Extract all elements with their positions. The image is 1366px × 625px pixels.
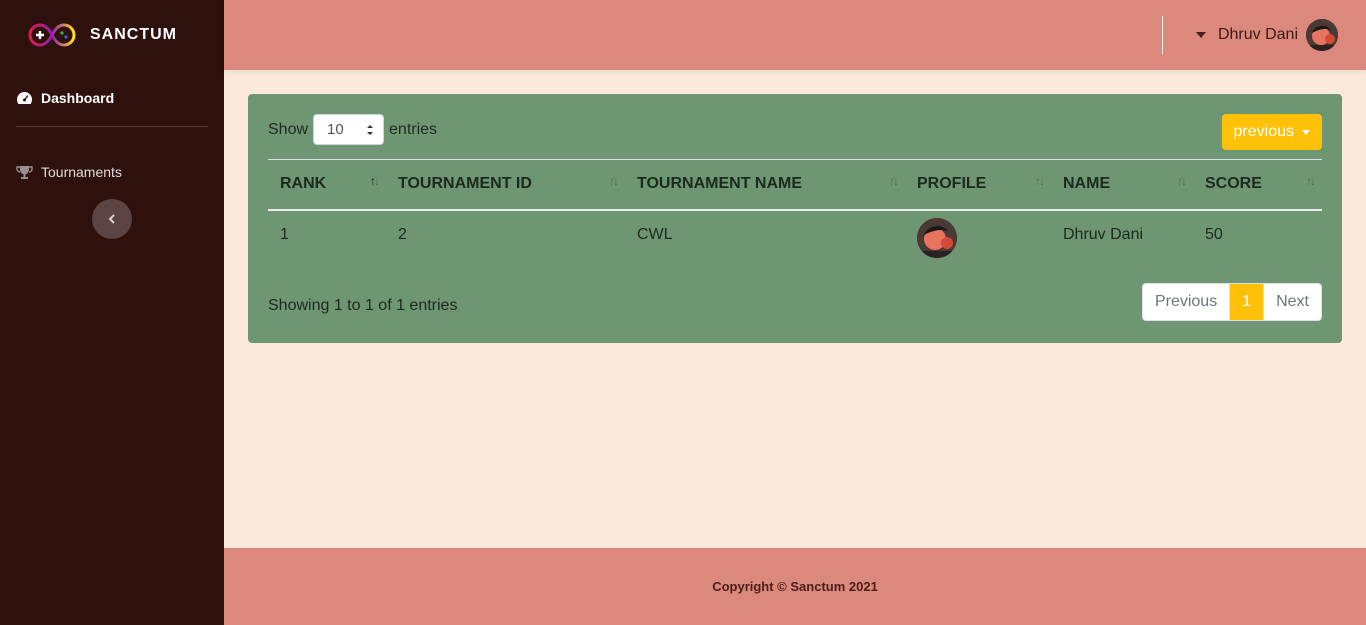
previous-dropdown-button[interactable]: previous [1221, 114, 1322, 150]
trophy-icon [16, 164, 33, 181]
cell-rank: 1 [280, 226, 289, 243]
pagination-next[interactable]: Next [1264, 284, 1321, 320]
column-header-name[interactable]: NAME ↑↓ [1051, 159, 1193, 211]
sort-icon: ↑↓ [609, 174, 619, 188]
entries-label: entries [389, 120, 438, 138]
caret-down-icon [1302, 129, 1310, 135]
topbar: Dhruv Dani [224, 0, 1366, 70]
sidebar-item-label: Dashboard [41, 90, 115, 106]
table-info: Showing 1 to 1 of 1 entries [268, 297, 458, 314]
user-menu[interactable]: Dhruv Dani [1195, 18, 1338, 52]
pagination: Previous 1 Next [1141, 283, 1322, 321]
column-header-score[interactable]: SCORE ↑↓ [1193, 159, 1322, 211]
brand-name: SANCTUM [90, 26, 177, 43]
sort-icon: ↑↓ [1306, 174, 1316, 188]
sidebar-item-dashboard[interactable]: Dashboard [0, 70, 224, 126]
dashboard-icon [16, 90, 33, 107]
table-header-row: RANK ↑↓ TOURNAMENT ID ↑↓ TOURNAMENT NAME… [268, 159, 1322, 211]
sort-icon: ↑↓ [889, 174, 899, 188]
entries-select[interactable]: 10 [313, 114, 385, 145]
sidebar: SANCTUM Dashboard Tournaments [0, 0, 224, 625]
sort-icon: ↑↓ [1035, 174, 1045, 188]
footer-copyright: Copyright © Sanctum 2021 [712, 579, 878, 594]
brand[interactable]: SANCTUM [0, 0, 224, 70]
previous-dropdown-label: previous [1233, 123, 1294, 140]
avatar [1306, 19, 1338, 51]
select-arrows-icon [367, 125, 374, 135]
cell-profile [905, 210, 1051, 260]
sidebar-toggle-button[interactable] [92, 199, 132, 239]
column-header-rank[interactable]: RANK ↑↓ [268, 159, 386, 211]
user-name: Dhruv Dani [1217, 26, 1298, 43]
sort-icon: ↑↓ [1177, 174, 1187, 188]
entries-length-control: Show 10 entries [268, 114, 437, 145]
pagination-previous[interactable]: Previous [1142, 284, 1230, 320]
profile-image [917, 218, 957, 258]
cell-score: 50 [1205, 226, 1223, 243]
brand-logo-icon [28, 21, 76, 49]
cell-tournament-name: CWL [637, 226, 673, 243]
caret-down-icon [1195, 32, 1206, 38]
cell-name: Dhruv Dani [1063, 226, 1144, 243]
table-row: 1 2 CWL Dhruv Dani 50 [268, 210, 1322, 260]
sidebar-item-label: Tournaments [41, 164, 122, 180]
chevron-left-icon [108, 214, 115, 224]
footer: Copyright © Sanctum 2021 [224, 548, 1366, 625]
cell-tournament-id: 2 [398, 226, 407, 243]
column-header-tournament-id[interactable]: TOURNAMENT ID ↑↓ [386, 159, 625, 211]
show-label: Show [268, 120, 309, 138]
column-header-tournament-name[interactable]: TOURNAMENT NAME ↑↓ [625, 159, 905, 211]
leaderboard-table: RANK ↑↓ TOURNAMENT ID ↑↓ TOURNAMENT NAME… [268, 159, 1322, 260]
sort-asc-icon: ↑↓ [370, 174, 380, 188]
leaderboard-card: Show 10 entries previous RANK ↑↓ TOURNAM… [248, 94, 1342, 343]
column-header-profile[interactable]: PROFILE ↑↓ [905, 159, 1051, 211]
entries-select-value: 10 [327, 121, 344, 138]
topbar-divider [1162, 16, 1163, 54]
pagination-page-1[interactable]: 1 [1229, 284, 1265, 320]
